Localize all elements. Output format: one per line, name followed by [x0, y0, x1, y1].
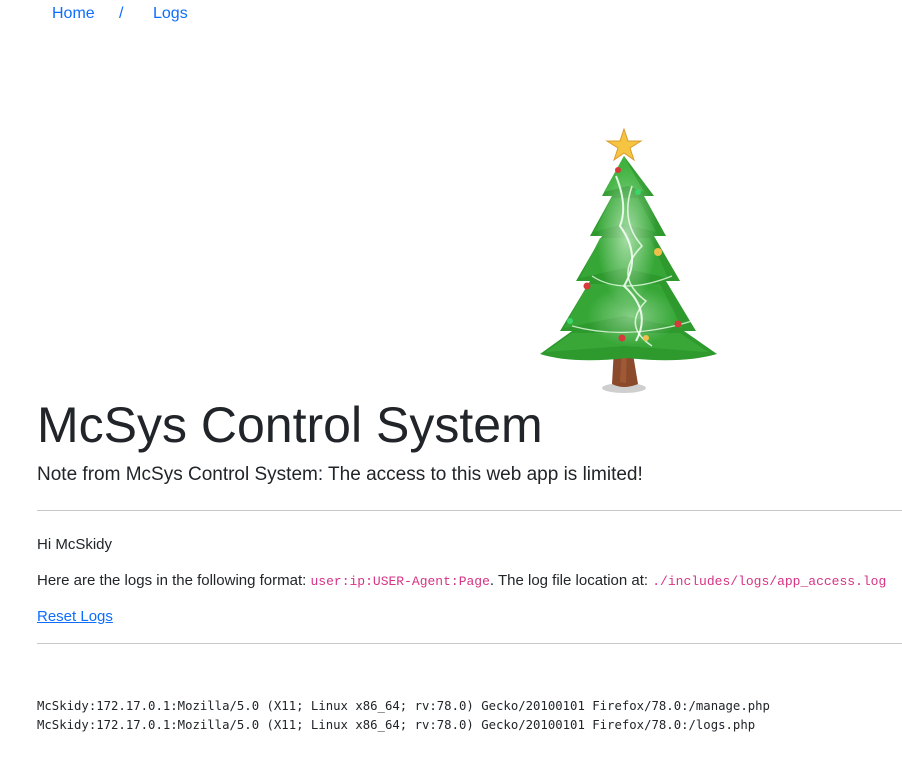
format-prefix-text: Here are the logs in the following forma…: [37, 572, 311, 589]
access-note: Note from McSys Control System: The acce…: [37, 464, 643, 485]
reset-logs-link[interactable]: Reset Logs: [37, 607, 113, 627]
log-output: McSkidy:172.17.0.1:Mozilla/5.0 (X11; Lin…: [37, 697, 770, 735]
christmas-tree-icon: [540, 127, 717, 393]
breadcrumb-logs-link[interactable]: Logs: [153, 5, 188, 23]
log-format-info: Here are the logs in the following forma…: [37, 571, 886, 592]
format-code: user:ip:USER-Agent:Page: [310, 574, 490, 589]
log-entry: McSkidy:172.17.0.1:Mozilla/5.0 (X11; Lin…: [37, 718, 756, 732]
page-title: McSys Control System: [37, 397, 543, 453]
divider: [37, 643, 902, 644]
log-entry: McSkidy:172.17.0.1:Mozilla/5.0 (X11; Lin…: [37, 699, 770, 713]
divider: [37, 510, 902, 511]
greeting-text: Hi McSkidy: [37, 536, 113, 553]
breadcrumb-separator: /: [119, 5, 124, 22]
location-prefix-text: . The log file location at:: [489, 572, 653, 589]
log-location-code: ./includes/logs/app_access.log: [652, 574, 887, 589]
breadcrumb-home-link[interactable]: Home: [52, 5, 95, 23]
